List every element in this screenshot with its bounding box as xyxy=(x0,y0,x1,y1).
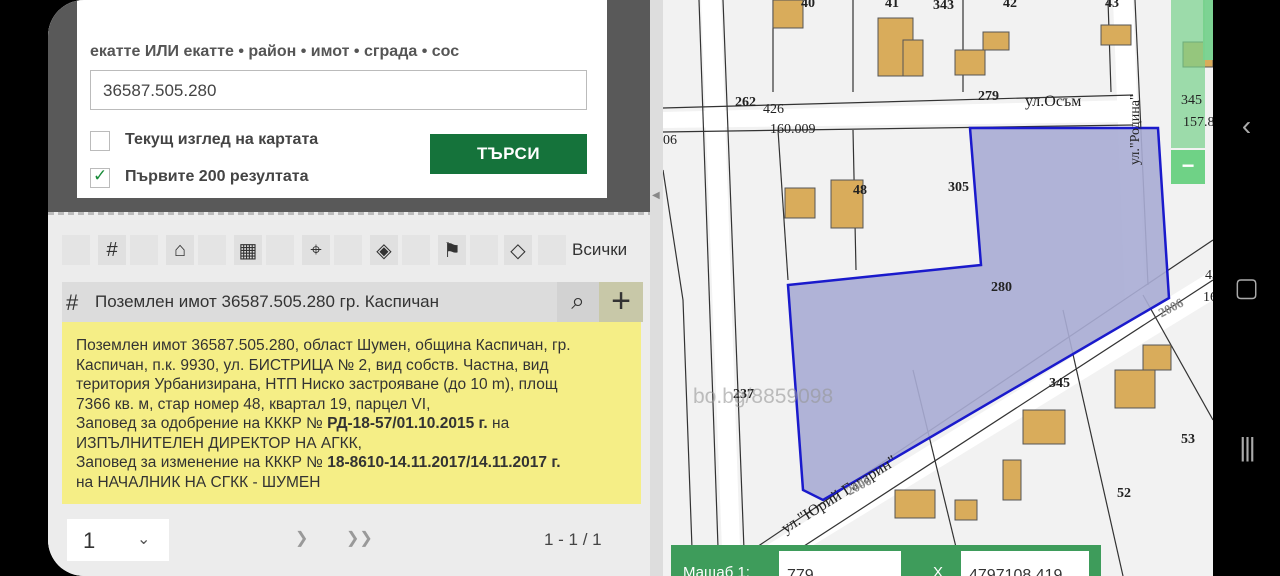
page-number: 1 xyxy=(83,528,96,553)
collapse-icon: ◀ xyxy=(652,190,660,201)
detail-line: Поземлен имот 36587.505.280, област Шуме… xyxy=(76,337,571,354)
map-view[interactable]: − 40 41 343 42 43 262 426 160.009 279 ул… xyxy=(663,0,1213,576)
parcel-label: 52 xyxy=(1117,486,1131,501)
search-card: екатте ИЛИ екатте • район • имот • сград… xyxy=(77,0,607,198)
checkmark-icon: ✓ xyxy=(93,166,108,185)
parcel-label: 41 xyxy=(885,0,899,11)
point-label: 160.009 xyxy=(770,122,816,137)
last-page-icon[interactable]: ❯❯ xyxy=(346,528,373,548)
watermark: bo.bg/8859098 xyxy=(693,385,834,408)
search-hint: екатте ИЛИ екатте • район • имот • сград… xyxy=(90,43,460,60)
result-title: Поземлен имот 36587.505.280 гр. Каспичан xyxy=(95,292,440,311)
search-input[interactable]: 36587.505.280 xyxy=(90,70,587,110)
home-circle-icon[interactable]: ▢ xyxy=(1213,272,1280,303)
amendment-issuer: на НАЧАЛНИК НА СГКК - ШУМЕН xyxy=(76,473,321,491)
parcel-label: 262 xyxy=(735,95,756,110)
first-200-checkbox[interactable]: ✓ xyxy=(90,166,110,188)
point-label: 345 xyxy=(1181,93,1202,108)
result-header[interactable]: # Поземлен имот 36587.505.280 гр. Каспич… xyxy=(62,282,643,322)
search-button[interactable]: ТЪРСИ xyxy=(430,134,587,174)
parcel-label: 280 xyxy=(991,280,1012,295)
page-select[interactable]: 1 ⌄ xyxy=(67,519,169,561)
flag-icon[interactable]: ⚑ xyxy=(438,235,466,265)
next-page-icon[interactable]: ❯ xyxy=(295,528,308,548)
panel-splitter[interactable]: ◀ xyxy=(650,0,663,576)
search-panel: екатте ИЛИ екатте • район • имот • сград… xyxy=(48,0,650,576)
android-nav-bar: ‹ ▢ ||| xyxy=(1213,0,1280,576)
calculator-icon[interactable]: ▦ xyxy=(234,235,262,265)
parcel-label: 48 xyxy=(853,183,867,198)
grid-icon[interactable]: # xyxy=(98,235,126,265)
amendment-order: Заповед за изменение на КККР № 18-8610-1… xyxy=(76,454,561,471)
zoom-out-button[interactable]: − xyxy=(1171,150,1205,184)
result-count: 1 - 1 / 1 xyxy=(544,530,602,549)
point-label: 157.854 xyxy=(1183,115,1213,130)
divider-line xyxy=(48,212,650,215)
detail-line: Каспичан, п.к. 9930, ул. БИСТРИЦА № 2, в… xyxy=(76,356,549,374)
current-view-label: Текущ изглед на картата xyxy=(125,131,319,148)
filter-all[interactable]: Всички xyxy=(572,240,627,260)
scale-label: Мащаб 1: xyxy=(683,564,750,576)
parcel-label: 279 xyxy=(978,89,999,104)
point-label: 164.333 xyxy=(1203,290,1213,305)
zoom-to-icon[interactable]: ⌕ xyxy=(557,282,599,322)
back-icon[interactable]: ‹ xyxy=(1213,110,1280,142)
pager: 1 ⌄ ❯ ❯❯ 1 - 1 / 1 xyxy=(62,512,642,561)
parcel-label: 40 xyxy=(801,0,815,11)
current-view-checkbox[interactable] xyxy=(90,131,110,151)
pin-icon[interactable]: ⌖ xyxy=(302,235,330,265)
first-200-label: Първите 200 резултата xyxy=(125,168,309,185)
recent-apps-icon[interactable]: ||| xyxy=(1213,432,1280,463)
parcel-label: 305 xyxy=(948,180,969,195)
detail-line: 7366 кв. м, стар номер 48, квартал 19, п… xyxy=(76,395,431,413)
street-label: ул."Родина" xyxy=(1128,94,1143,165)
point-label: 438 xyxy=(1205,268,1213,283)
x-label: X xyxy=(933,564,944,576)
scale-input[interactable]: 779 xyxy=(779,551,901,576)
parcel-label: 345 xyxy=(1049,376,1070,391)
search-box: екатте ИЛИ екатте • район • имот • сград… xyxy=(48,0,650,212)
point-label: 426 xyxy=(763,102,784,117)
add-icon[interactable]: + xyxy=(599,282,643,322)
approval-issuer: ИЗПЪЛНИТЕЛЕН ДИРЕКТОР НА АГКК, xyxy=(76,434,362,452)
map-status-bar: Мащаб 1: 779 X 4797108.419 xyxy=(671,545,1101,576)
parcel-label: 06 xyxy=(663,133,677,148)
x-coordinate-field[interactable]: 4797108.419 xyxy=(961,551,1089,576)
parcel-label: 53 xyxy=(1181,432,1195,447)
layers-icon[interactable]: ◈ xyxy=(370,235,398,265)
parcel-label: 42 xyxy=(1003,0,1017,11)
parcel-label: 43 xyxy=(1105,0,1119,11)
home-icon[interactable]: ⌂ xyxy=(166,235,194,265)
chevron-down-icon: ⌄ xyxy=(137,531,151,548)
result-details: Поземлен имот 36587.505.280, област Шуме… xyxy=(62,322,641,504)
detail-line: територия Урбанизирана, НТП Ниско застро… xyxy=(76,376,558,393)
parcel-label: 343 xyxy=(933,0,954,13)
street-label: ул.Осъм xyxy=(1025,93,1082,110)
approval-order: Заповед за одобрение на КККР № РД-18-57/… xyxy=(76,415,510,432)
app-screen: екатте ИЛИ екатте • район • имот • сград… xyxy=(48,0,1213,576)
parcel-icon: # xyxy=(66,290,79,315)
polygon-icon[interactable]: ◇ xyxy=(504,235,532,265)
